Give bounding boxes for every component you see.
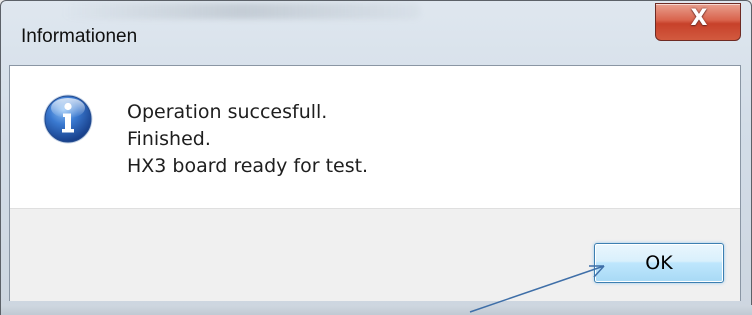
message-line: Operation succesfull.: [127, 101, 328, 123]
close-button[interactable]: X: [655, 3, 741, 41]
screenshot-scene: Informationen X Operation succesfull. Fi…: [0, 0, 752, 315]
message-line: Finished.: [127, 128, 211, 150]
button-panel: OK: [10, 208, 740, 301]
message-area: Operation succesfull. Finished. HX3 boar…: [10, 66, 740, 208]
ok-button[interactable]: OK: [594, 243, 724, 283]
message-text: Operation succesfull. Finished. HX3 boar…: [127, 99, 368, 180]
message-box-window: Informationen X Operation succesfull. Fi…: [0, 0, 752, 315]
title-bar[interactable]: Informationen: [9, 17, 609, 49]
close-icon: X: [690, 6, 708, 31]
information-icon: [43, 94, 93, 144]
message-line: HX3 board ready for test.: [127, 155, 369, 177]
window-title: Informationen: [21, 26, 138, 47]
dialog-client-area: Operation succesfull. Finished. HX3 boar…: [9, 65, 741, 301]
window-bottom-edge: [1, 305, 752, 315]
